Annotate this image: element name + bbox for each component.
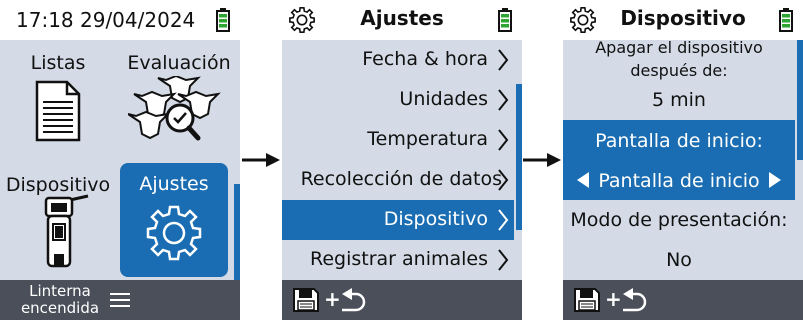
- cows-evaluation-icon: [128, 76, 221, 141]
- chevron-right-icon: [498, 249, 509, 271]
- scrollbar[interactable]: [234, 184, 240, 280]
- back-arrow-icon[interactable]: [338, 286, 368, 314]
- menu-icon[interactable]: [110, 292, 130, 308]
- status-bar: 17:18 29/04/2024: [0, 0, 240, 40]
- back-arrow-icon[interactable]: [619, 286, 649, 314]
- gear-icon: [146, 205, 202, 261]
- presentation-mode-label: Modo de presentación:: [570, 209, 788, 231]
- arrow-right-icon: [242, 153, 280, 167]
- home-screen-setting[interactable]: Pantalla de inicio: Pantalla de inicio: [563, 120, 795, 200]
- tile-settings[interactable]: Ajustes: [120, 163, 228, 277]
- document-list-icon: [35, 80, 81, 142]
- menu-item-date-time[interactable]: Fecha & hora: [282, 40, 514, 80]
- save-icon[interactable]: [292, 287, 320, 313]
- footer-bar: +: [282, 280, 522, 320]
- shutdown-label-line2: después de:: [630, 61, 728, 80]
- menu-item-label: Registrar animales: [309, 248, 488, 270]
- menu-item-register-animals[interactable]: Registrar animales: [282, 240, 514, 280]
- page-title: Dispositivo: [620, 6, 746, 30]
- tile-evaluation-label: Evaluación: [127, 52, 231, 74]
- presentation-mode-value: No: [666, 249, 692, 271]
- scrollbar[interactable]: [797, 40, 803, 160]
- scrollbar[interactable]: [516, 84, 522, 230]
- menu-item-label: Temperatura: [367, 128, 488, 150]
- device-screen: Dispositivo Apagar el dispositivo despué…: [563, 0, 803, 320]
- tile-device-label: Dispositivo: [5, 174, 111, 196]
- chevron-right-icon: [498, 89, 509, 111]
- triangle-right-icon[interactable]: [767, 171, 783, 189]
- menu-item-label: Dispositivo: [383, 208, 488, 230]
- flashlight-status-line2: encendida: [20, 299, 100, 317]
- home-screen-label: Pantalla de inicio:: [595, 130, 763, 152]
- shutdown-label-line1: Apagar el dispositivo: [595, 38, 763, 57]
- menu-item-label: Fecha & hora: [362, 48, 488, 70]
- settings-header: Ajustes: [282, 0, 522, 40]
- flashlight-status-line1: Linterna: [29, 282, 91, 300]
- menu-item-device[interactable]: Dispositivo: [282, 200, 514, 240]
- tile-settings-label: Ajustes: [139, 173, 209, 195]
- save-icon[interactable]: [573, 287, 601, 313]
- chevron-right-icon: [498, 169, 509, 191]
- battery-icon: [498, 8, 512, 32]
- chevron-right-icon: [498, 49, 509, 71]
- battery-icon: [779, 8, 793, 32]
- settings-screen: Ajustes Fecha & hora Unidades Temperatur…: [282, 0, 522, 320]
- home-screen-value: Pantalla de inicio: [598, 170, 760, 192]
- chevron-right-icon: [498, 209, 509, 231]
- menu-item-label: Unidades: [399, 88, 488, 110]
- device-header: Dispositivo: [563, 0, 803, 40]
- chevron-right-icon: [498, 129, 509, 151]
- menu-item-data-collection[interactable]: Recolección de datos: [282, 160, 514, 200]
- battery-icon: [216, 8, 230, 32]
- arrow-right-icon: [523, 153, 561, 167]
- clock: 17:18 29/04/2024: [16, 8, 196, 32]
- menu-item-units[interactable]: Unidades: [282, 80, 514, 120]
- shutdown-value: 5 min: [652, 89, 706, 111]
- page-title: Ajustes: [360, 6, 444, 30]
- flashlight-status: Linterna encendida: [20, 283, 100, 317]
- home-screen: 17:18 29/04/2024 Listas Evaluación Dispo…: [0, 0, 240, 320]
- menu-item-temperature[interactable]: Temperatura: [282, 120, 514, 160]
- menu-item-label: Recolección de datos: [300, 168, 502, 190]
- footer-bar: +: [563, 280, 803, 320]
- tile-lists-label: Listas: [30, 52, 86, 74]
- handheld-device-icon: [44, 194, 89, 268]
